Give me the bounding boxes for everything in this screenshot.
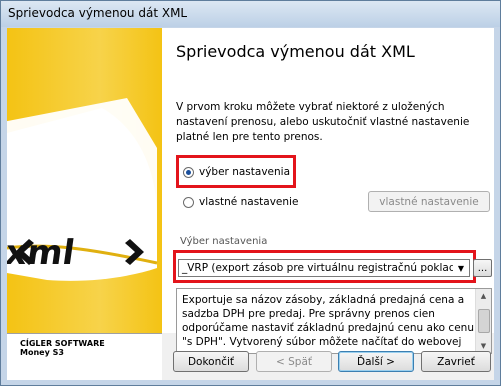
- next-button[interactable]: Ďalší >: [338, 351, 414, 372]
- browse-button[interactable]: ...: [473, 259, 492, 277]
- description-scrollbar[interactable]: ▲ ▼: [475, 289, 491, 353]
- product-name: Money S3: [20, 348, 64, 357]
- page-title: Sprievodca výmenou dát XML: [176, 42, 415, 61]
- wizard-window: Sprievodca výmenou dát XML xml CÍGLER SO…: [0, 0, 501, 386]
- custom-radio-label: vlastné nastavenie: [199, 196, 299, 208]
- scroll-up-icon[interactable]: ▲: [476, 289, 491, 303]
- custom-settings-button[interactable]: vlastné nastavenie: [368, 191, 490, 212]
- scroll-thumb[interactable]: [478, 309, 490, 333]
- preset-group-label: Výber nastavenia: [179, 236, 269, 247]
- xml-logo-icon: xml: [7, 98, 158, 281]
- title-bar: Sprievodca výmenou dát XML: [1, 1, 500, 27]
- finish-button[interactable]: Dokončiť: [173, 351, 249, 372]
- company-name: CÍGLER SOFTWARE: [20, 339, 105, 348]
- highlight-preset-radio: [176, 155, 296, 188]
- wizard-client-area: xml CÍGLER SOFTWARE Money S3 Sprievodca …: [7, 28, 494, 380]
- close-button[interactable]: Zavrieť: [421, 351, 491, 372]
- highlight-preset-select: [173, 250, 476, 283]
- intro-text: V prvom kroku môžete vybrať niektoré z u…: [176, 101, 470, 143]
- custom-radio[interactable]: vlastné nastavenie: [183, 196, 298, 208]
- company-branding: CÍGLER SOFTWARE Money S3: [20, 339, 105, 357]
- svg-text:xml: xml: [7, 233, 77, 273]
- description-box: Exportuje sa názov zásoby, základná pred…: [176, 288, 492, 354]
- description-text: Exportuje sa názov zásoby, základná pred…: [182, 294, 474, 348]
- xml-side-banner: xml: [7, 28, 162, 333]
- radio-empty-icon: [183, 196, 194, 208]
- window-title: Sprievodca výmenou dát XML: [8, 6, 188, 20]
- back-button[interactable]: < Späť: [256, 351, 332, 372]
